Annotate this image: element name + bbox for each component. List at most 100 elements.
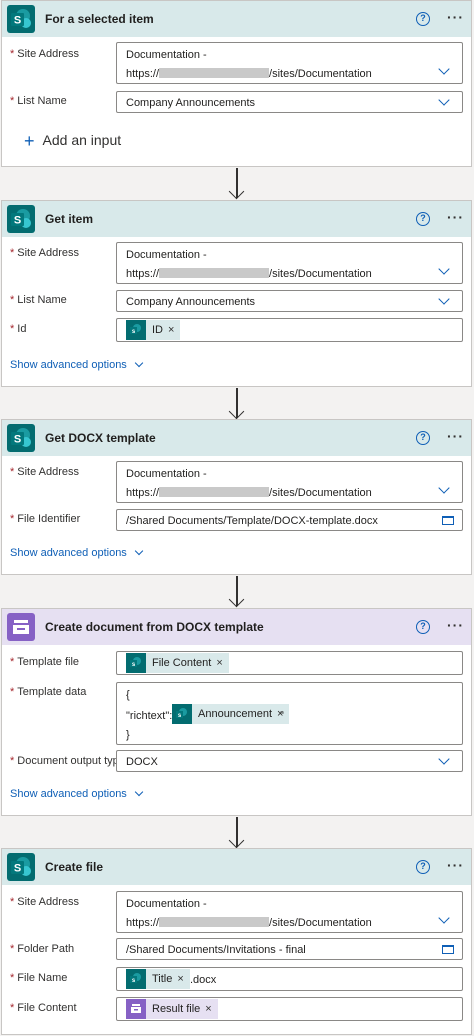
site-address-line1: Documentation - xyxy=(126,468,207,480)
file-name-field[interactable]: s Title × .docx xyxy=(116,967,463,991)
chevron-down-icon[interactable] xyxy=(438,912,450,924)
add-an-input-button[interactable]: + Add an input xyxy=(24,131,121,152)
chevron-down-icon[interactable] xyxy=(438,753,450,765)
show-advanced-options-link[interactable]: Show advanced options xyxy=(10,358,144,371)
trigger-card-header[interactable]: S For a selected item ? ··· xyxy=(2,1,471,37)
help-icon[interactable]: ? xyxy=(416,12,430,26)
svg-text:S: S xyxy=(14,215,21,227)
site-address-dropdown[interactable]: Documentation - https:///sites/Documenta… xyxy=(116,42,463,84)
svg-text:S: S xyxy=(14,863,21,875)
site-address-line1: Documentation - xyxy=(126,249,207,261)
down-arrow-icon xyxy=(227,576,247,608)
file-identifier-label: * File Identifier xyxy=(10,513,81,525)
file-content-field[interactable]: Result file × xyxy=(116,997,463,1021)
list-name-value: Company Announcements xyxy=(126,97,256,109)
remove-token-icon[interactable]: × xyxy=(177,973,183,985)
redacted-host xyxy=(159,487,270,497)
file-content-label: * File Content xyxy=(10,1002,77,1014)
card-title: Get item xyxy=(45,212,94,226)
folder-path-value: /Shared Documents/Invitations - final xyxy=(126,944,306,956)
help-icon[interactable]: ? xyxy=(416,620,430,634)
id-label: * Id xyxy=(10,323,27,335)
template-data-editor[interactable]: { "richtext":" s Announcement × " } xyxy=(116,682,463,745)
card-title: Get DOCX template xyxy=(45,431,156,445)
site-address-url: https:///sites/Documentation xyxy=(126,917,372,929)
list-name-dropdown[interactable]: Company Announcements xyxy=(116,91,463,113)
token-label: File Content xyxy=(152,657,212,669)
create-document-card-header[interactable]: Create document from DOCX template ? ··· xyxy=(2,609,471,645)
file-identifier-value: /Shared Documents/Template/DOCX-template… xyxy=(126,515,378,527)
sharepoint-icon: s xyxy=(126,653,146,673)
list-name-label: * List Name xyxy=(10,95,67,107)
json-open-brace: { xyxy=(126,689,130,701)
folder-path-label: * Folder Path xyxy=(10,943,75,955)
list-name-dropdown[interactable]: Company Announcements xyxy=(116,290,463,312)
json-closing-quote: " xyxy=(280,710,284,722)
remove-token-icon[interactable]: × xyxy=(205,1003,211,1015)
site-address-label: * Site Address xyxy=(10,247,80,259)
token-label: Title xyxy=(152,973,173,985)
show-advanced-options-link[interactable]: Show advanced options xyxy=(10,787,144,800)
site-address-dropdown[interactable]: Documentation - https:///sites/Documenta… xyxy=(116,242,463,284)
id-token[interactable]: s ID × xyxy=(126,320,181,340)
document-output-type-dropdown[interactable]: DOCX xyxy=(116,750,463,772)
plumsail-documents-icon xyxy=(7,613,35,641)
folder-icon[interactable] xyxy=(442,516,454,525)
id-field[interactable]: s ID × xyxy=(116,318,463,342)
plus-icon: + xyxy=(24,131,35,151)
file-identifier-field[interactable]: /Shared Documents/Template/DOCX-template… xyxy=(116,509,463,531)
chevron-down-icon[interactable] xyxy=(438,482,450,494)
chevron-down-icon xyxy=(134,787,144,797)
site-address-line1: Documentation - xyxy=(126,898,207,910)
more-options-icon[interactable]: ··· xyxy=(447,210,464,224)
chevron-down-icon xyxy=(134,358,144,368)
chevron-down-icon[interactable] xyxy=(438,293,450,305)
remove-token-icon[interactable]: × xyxy=(168,324,174,336)
create-file-card-header[interactable]: S Create file ? ··· xyxy=(2,849,471,885)
get-docx-template-card-header[interactable]: S Get DOCX template ? ··· xyxy=(2,420,471,456)
json-key: "richtext":" xyxy=(126,710,177,722)
folder-icon[interactable] xyxy=(442,945,454,954)
chevron-down-icon[interactable] xyxy=(438,63,450,75)
sharepoint-icon: s xyxy=(126,320,146,340)
sharepoint-icon: S xyxy=(7,5,35,33)
title-token[interactable]: s Title × xyxy=(126,969,190,989)
create-file-card: S Create file ? ··· * Site Address Docume… xyxy=(1,848,472,1035)
remove-token-icon[interactable]: × xyxy=(216,657,222,669)
more-options-icon[interactable]: ··· xyxy=(447,618,464,632)
redacted-host xyxy=(159,68,270,78)
redacted-host xyxy=(159,917,270,927)
site-address-url: https:///sites/Documentation xyxy=(126,487,372,499)
file-content-token[interactable]: s File Content × xyxy=(126,653,229,673)
site-address-line1: Documentation - xyxy=(126,49,207,61)
card-title: Create file xyxy=(45,860,104,874)
announcement-token[interactable]: s Announcement × xyxy=(172,704,290,724)
get-item-card-header[interactable]: S Get item ? ··· xyxy=(2,201,471,237)
site-address-label: * Site Address xyxy=(10,466,80,478)
redacted-host xyxy=(159,268,270,278)
more-options-icon[interactable]: ··· xyxy=(447,858,464,872)
card-title: For a selected item xyxy=(45,12,154,26)
show-advanced-options-link[interactable]: Show advanced options xyxy=(10,546,144,559)
document-output-type-label: * Document output type xyxy=(10,755,125,767)
help-icon[interactable]: ? xyxy=(416,212,430,226)
chevron-down-icon[interactable] xyxy=(438,263,450,275)
token-label: Announcement xyxy=(198,708,272,720)
chevron-down-icon[interactable] xyxy=(438,94,450,106)
template-file-field[interactable]: s File Content × xyxy=(116,651,463,675)
site-address-dropdown[interactable]: Documentation - https:///sites/Documenta… xyxy=(116,891,463,933)
svg-text:S: S xyxy=(14,15,21,27)
file-name-suffix: .docx xyxy=(190,974,217,986)
svg-text:S: S xyxy=(14,434,21,446)
site-address-url: https:///sites/Documentation xyxy=(126,268,372,280)
site-address-dropdown[interactable]: Documentation - https:///sites/Documenta… xyxy=(116,461,463,503)
more-options-icon[interactable]: ··· xyxy=(447,10,464,24)
site-address-url: https:///sites/Documentation xyxy=(126,68,372,80)
help-icon[interactable]: ? xyxy=(416,860,430,874)
folder-path-field[interactable]: /Shared Documents/Invitations - final xyxy=(116,938,463,960)
help-icon[interactable]: ? xyxy=(416,431,430,445)
down-arrow-icon xyxy=(227,817,247,849)
more-options-icon[interactable]: ··· xyxy=(447,429,464,443)
sharepoint-icon: S xyxy=(7,424,35,452)
result-file-token[interactable]: Result file × xyxy=(126,999,218,1019)
